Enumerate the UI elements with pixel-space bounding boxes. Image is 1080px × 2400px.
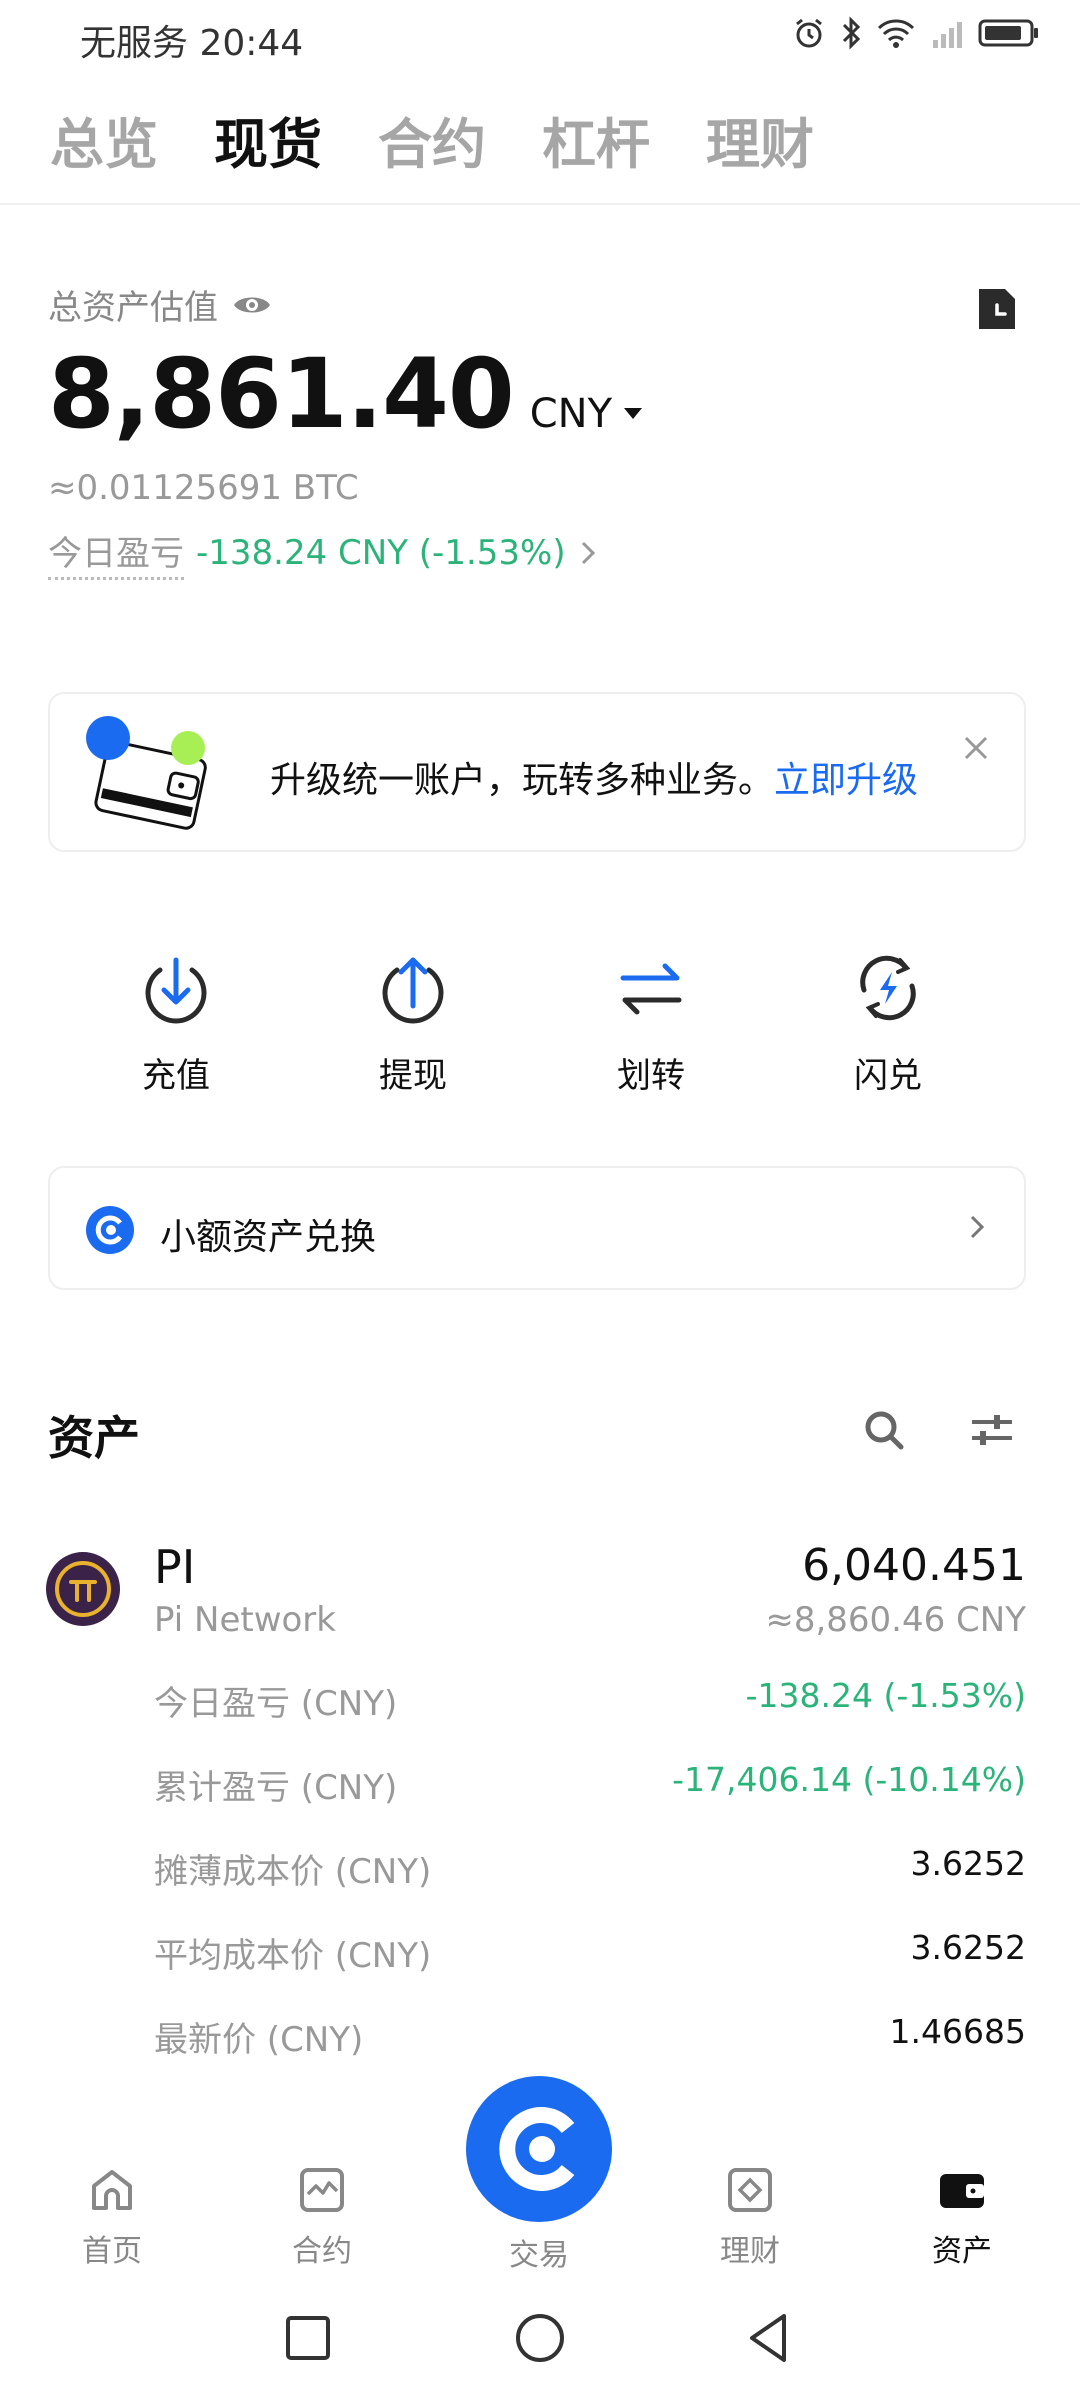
nav-home[interactable]: 首页 [42, 2164, 182, 2270]
transfer-label: 划转 [617, 1056, 685, 1096]
detail-label: 累计盈亏 (CNY) [154, 1768, 398, 1808]
nav-earn-label: 理财 [720, 2234, 780, 2269]
nav-assets-label: 资产 [932, 2234, 992, 2269]
status-icons [792, 16, 1040, 50]
asset-symbol[interactable]: PI [154, 1540, 195, 1594]
upgrade-now-link[interactable]: 立即升级 [774, 760, 918, 801]
tabs-divider [0, 203, 1080, 205]
nav-trade-label: 交易 [509, 2238, 569, 2273]
quick-actions: 充值 提现 划转 闪兑 [48, 950, 1026, 1100]
top-tabs: 总览 现货 合约 杠杆 理财 [50, 100, 814, 179]
nav-trade-button[interactable] [466, 2076, 612, 2222]
nav-earn[interactable]: 理财 [680, 2164, 820, 2270]
futures-icon [300, 2168, 344, 2212]
flash-convert-button[interactable]: 闪兑 [808, 950, 968, 1097]
banner-message: 升级统一账户，玩转多种业务。 [270, 760, 775, 801]
transfer-icon [620, 963, 682, 1015]
today-pnl-label: 今日盈亏 [48, 526, 184, 580]
status-bar: 无服务 20:44 [0, 0, 1080, 72]
detail-row-diluted-cost: 摊薄成本价 (CNY) 3.6252 [154, 1844, 1026, 1894]
signal-icon [933, 22, 962, 48]
tab-futures[interactable]: 合约 [378, 100, 486, 179]
chevron-right-icon [970, 1215, 985, 1239]
nav-assets[interactable]: 资产 [892, 2164, 1032, 2270]
trade-icon [499, 2107, 575, 2191]
detail-row-today-pnl: 今日盈亏 (CNY) -138.24 (-1.53%) [154, 1676, 1026, 1726]
detail-value: 1.46685 [889, 2012, 1026, 2051]
nav-futures-label: 合约 [292, 2234, 352, 2269]
chevron-right-icon [581, 541, 595, 565]
pi-coin-icon [55, 1561, 111, 1617]
transfer-button[interactable]: 划转 [571, 950, 731, 1097]
flash-convert-icon [860, 955, 916, 1021]
banner-text-wrapper: 升级统一账户，玩转多种业务。立即升级 [270, 751, 918, 803]
status-carrier-time: 无服务 20:44 [80, 23, 304, 64]
search-icon[interactable] [862, 1408, 906, 1452]
wallet-icon [940, 2174, 984, 2208]
bluetooth-icon [842, 16, 861, 50]
tab-spot[interactable]: 现货 [214, 100, 322, 179]
today-pnl-value: -138.24 CNY (-1.53%) [196, 533, 566, 573]
deposit-button[interactable]: 充值 [96, 950, 256, 1097]
detail-label: 最新价 (CNY) [154, 2020, 364, 2060]
today-pnl-row[interactable]: 今日盈亏 -138.24 CNY (-1.53%) [48, 526, 598, 580]
detail-row-cumulative-pnl: 累计盈亏 (CNY) -17,406.14 (-10.14%) [154, 1760, 1026, 1810]
currency-selector[interactable]: CNY [529, 391, 643, 437]
home-icon [92, 2170, 132, 2210]
assets-section-title: 资产 [48, 1411, 140, 1465]
withdraw-button[interactable]: 提现 [333, 950, 493, 1097]
deposit-icon [145, 957, 207, 1024]
asset-amount: 6,040.451 [802, 1540, 1026, 1591]
recent-apps-icon[interactable] [280, 2310, 336, 2366]
nav-home-label: 首页 [82, 2234, 142, 2269]
small-asset-convert-row[interactable]: 小额资产兑换 [48, 1166, 1026, 1290]
total-value: 8,861.40 [48, 338, 515, 450]
tab-overview[interactable]: 总览 [50, 100, 158, 179]
tab-margin[interactable]: 杠杆 [542, 100, 650, 179]
total-assets-label-row: 总资产估值 [48, 280, 272, 329]
wifi-icon [877, 19, 915, 48]
back-triangle-icon[interactable] [740, 2310, 796, 2366]
deposit-label: 充值 [142, 1056, 210, 1096]
withdraw-label: 提现 [379, 1056, 447, 1096]
eye-icon[interactable] [232, 291, 272, 319]
convert-logo-icon [86, 1206, 134, 1254]
detail-value: -138.24 (-1.53%) [745, 1676, 1026, 1715]
system-navigation-bar [0, 2270, 1080, 2400]
home-circle-icon[interactable] [512, 2310, 568, 2366]
total-value-row: 8,861.40 CNY [48, 338, 643, 450]
earn-icon [728, 2168, 772, 2212]
detail-row-latest-price: 最新价 (CNY) 1.46685 [154, 2012, 1026, 2062]
history-record-icon[interactable] [975, 285, 1019, 333]
detail-value: -17,406.14 (-10.14%) [672, 1760, 1026, 1799]
nav-futures[interactable]: 合约 [252, 2164, 392, 2270]
flash-convert-label: 闪兑 [854, 1056, 922, 1096]
btc-equivalent: ≈0.01125691 BTC [48, 468, 359, 508]
pi-network-logo [46, 1552, 120, 1626]
close-icon[interactable] [958, 730, 994, 766]
withdraw-icon [382, 957, 444, 1024]
small-asset-convert-label: 小额资产兑换 [160, 1217, 377, 1258]
currency-label: CNY [529, 391, 613, 437]
caret-down-icon [624, 408, 643, 419]
detail-row-average-cost: 平均成本价 (CNY) 3.6252 [154, 1928, 1026, 1978]
asset-full-name: Pi Network [154, 1600, 336, 1640]
bottom-nav: 首页 合约 交易 理财 资产 [0, 2076, 1080, 2273]
alarm-icon [796, 18, 822, 48]
detail-label: 摊薄成本价 (CNY) [154, 1852, 432, 1892]
tab-earn[interactable]: 理财 [706, 100, 814, 179]
detail-label: 平均成本价 (CNY) [154, 1936, 432, 1976]
detail-value: 3.6252 [910, 1928, 1026, 1967]
detail-value: 3.6252 [910, 1844, 1026, 1883]
asset-amount-cny: ≈8,860.46 CNY [765, 1600, 1026, 1640]
detail-label: 今日盈亏 (CNY) [154, 1684, 398, 1724]
upgrade-banner[interactable]: 升级统一账户，玩转多种业务。立即升级 [48, 692, 1026, 852]
battery-icon [978, 19, 1038, 47]
filter-settings-icon[interactable] [970, 1410, 1014, 1450]
wallet-illustration-icon [86, 716, 207, 830]
total-assets-label: 总资产估值 [48, 288, 218, 328]
